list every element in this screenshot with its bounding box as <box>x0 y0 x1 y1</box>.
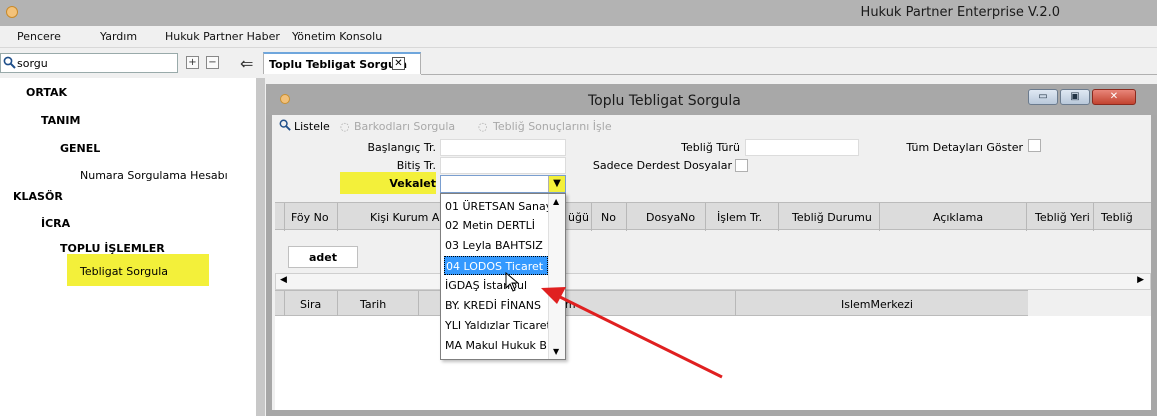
teblig-turu-input[interactable] <box>745 139 859 156</box>
tree-item-tebligat-sorgula[interactable]: Tebligat Sorgula <box>80 265 168 278</box>
tree-item-icra[interactable]: İCRA <box>41 217 70 230</box>
close-button[interactable]: ✕ <box>1092 89 1136 105</box>
col-no[interactable]: No <box>601 211 616 224</box>
spinner-icon: ◌ <box>340 120 350 133</box>
expand-all-button[interactable]: + <box>186 56 199 69</box>
bitis-label: Bitiş Tr. <box>396 159 436 172</box>
search-input[interactable] <box>17 55 175 71</box>
menu-yardim[interactable]: Yardım <box>100 30 137 43</box>
menu-pencere[interactable]: Pencere <box>17 30 61 43</box>
adet-cell: adet <box>288 246 358 268</box>
sadece-derdest-checkbox[interactable] <box>735 159 748 172</box>
col-tarih[interactable]: Tarih <box>360 298 386 311</box>
inner-window-title: Toplu Tebligat Sorgula <box>588 93 741 109</box>
col-islem-merkezi[interactable]: IslemMerkezi <box>841 298 913 311</box>
collapse-all-button[interactable]: − <box>206 56 219 69</box>
title-bar: Hukuk Partner Enterprise V.2.0 <box>0 0 1157 26</box>
vekalet-label: Vekalet <box>389 177 436 190</box>
inner-title-bar: Toplu Tebligat Sorgula ▭ ▣ ✕ <box>266 84 1157 115</box>
baslangic-label: Başlangıç Tr. <box>367 141 436 154</box>
tab-strip-line <box>421 74 1157 75</box>
tree-item-klasor[interactable]: KLASÖR <box>13 190 63 203</box>
col-foy-no[interactable]: Föy No <box>291 211 329 224</box>
tree-item-numara-sorgulama[interactable]: Numara Sorgulama Hesabı <box>80 169 228 182</box>
menu-bar: Pencere Yardım Hukuk Partner Haber Yönet… <box>0 26 1157 48</box>
listele-button[interactable]: Listele <box>294 120 330 133</box>
bitis-input[interactable] <box>440 157 566 174</box>
sadece-derdest-label: Sadece Derdest Dosyalar <box>592 159 732 172</box>
col-aciklama[interactable]: Açıklama <box>933 211 983 224</box>
dropdown-item[interactable]: İGDAŞ İstanbul <box>444 276 548 295</box>
inner-window-icon <box>280 94 290 104</box>
col-islem-tr[interactable]: İşlem Tr. <box>717 211 762 224</box>
col-teblig[interactable]: Tebliğ <box>1101 211 1133 224</box>
chevron-down-icon[interactable]: ▼ <box>548 176 565 192</box>
search-box[interactable] <box>0 53 178 73</box>
tree-item-genel[interactable]: GENEL <box>60 142 100 155</box>
dropdown-item[interactable]: BY. KREDİ FİNANS <box>444 296 548 315</box>
col-teblig-durumu[interactable]: Tebliğ Durumu <box>792 211 872 224</box>
dropdown-item[interactable]: 01 ÜRETSAN Sanayi <box>444 197 548 216</box>
barkod-sorgula-button[interactable]: Barkodları Sorgula <box>354 120 455 133</box>
tum-detaylar-label: Tüm Detayları Göster <box>906 141 1023 154</box>
tree-item-ortak[interactable]: ORTAK <box>26 86 67 99</box>
scroll-left-icon[interactable]: ◀ <box>280 275 287 285</box>
spinner-icon: ◌ <box>478 120 488 133</box>
back-arrow-icon[interactable]: ⇐ <box>240 54 253 73</box>
tab-label: Toplu Tebligat Sorgula <box>269 58 408 71</box>
tree-item-tanim[interactable]: TANIM <box>41 114 80 127</box>
vekalet-dropdown-list[interactable]: 01 ÜRETSAN Sanayi 02 Metin DERTLİ 03 Ley… <box>440 193 566 360</box>
menu-haber[interactable]: Hukuk Partner Haber <box>165 30 280 43</box>
tum-detaylar-checkbox[interactable] <box>1028 139 1041 152</box>
scroll-up-icon[interactable]: ▲ <box>553 197 559 206</box>
col-kisi-kurum[interactable]: Kişi Kurum A <box>370 211 439 224</box>
scroll-down-icon[interactable]: ▼ <box>553 347 559 356</box>
search-icon <box>3 56 16 69</box>
col-teblig-yeri[interactable]: Tebliğ Yeri <box>1035 211 1090 224</box>
scroll-right-icon[interactable]: ▶ <box>1137 275 1144 285</box>
summary-bar <box>275 241 1151 269</box>
vekalet-select[interactable]: ▼ <box>440 175 566 193</box>
dropdown-item[interactable]: 03 Leyla BAHTSIZ <box>444 236 548 255</box>
teblig-sonuclari-button[interactable]: Tebliğ Sonuçlarını İşle <box>493 120 612 133</box>
minimize-button[interactable]: ▭ <box>1028 89 1058 105</box>
dropdown-item[interactable]: 02 Metin DERTLİ <box>444 216 548 235</box>
mouse-cursor-icon <box>505 272 520 292</box>
dropdown-item-selected[interactable]: 04 LODOS Ticaret <box>444 256 548 275</box>
baslangic-input[interactable] <box>440 139 566 156</box>
menu-yonetim[interactable]: Yönetim Konsolu <box>292 30 382 43</box>
tree-item-toplu-islemler[interactable]: TOPLU İŞLEMLER <box>60 242 165 255</box>
grid-header: Föy No Kişi Kurum A üğü No DosyaNo İşlem… <box>275 202 1151 231</box>
tab-close-icon[interactable]: ✕ <box>392 57 405 70</box>
col-dosya-no[interactable]: DosyaNo <box>646 211 695 224</box>
inner-toolbar: Listele ◌ Barkodları Sorgula ◌ Tebliğ So… <box>272 115 1151 137</box>
maximize-button[interactable]: ▣ <box>1060 89 1090 105</box>
horizontal-scrollbar[interactable]: ◀ ▶ <box>275 273 1151 290</box>
col-sira[interactable]: Sira <box>300 298 321 311</box>
dropdown-scrollbar[interactable]: ▲ ▼ <box>548 194 565 359</box>
search-icon <box>279 119 291 131</box>
teblig-turu-label: Tebliğ Türü <box>681 141 740 154</box>
window-title: Hukuk Partner Enterprise V.2.0 <box>860 5 1060 20</box>
adet-label: adet <box>309 251 338 264</box>
panel-splitter[interactable] <box>257 78 265 416</box>
app-icon <box>6 6 18 18</box>
tab-toplu-tebligat[interactable]: Toplu Tebligat Sorgula ✕ <box>263 52 421 74</box>
detail-grid-header: Sira Tarih lem IslemMerkezi <box>275 290 1028 317</box>
detail-grid-body <box>275 316 1151 410</box>
col-borcu[interactable]: üğü <box>568 211 589 224</box>
dropdown-item[interactable]: MA Makul Hukuk B <box>444 336 548 355</box>
dropdown-item[interactable]: YLI Yaldızlar Ticaret <box>444 316 548 335</box>
